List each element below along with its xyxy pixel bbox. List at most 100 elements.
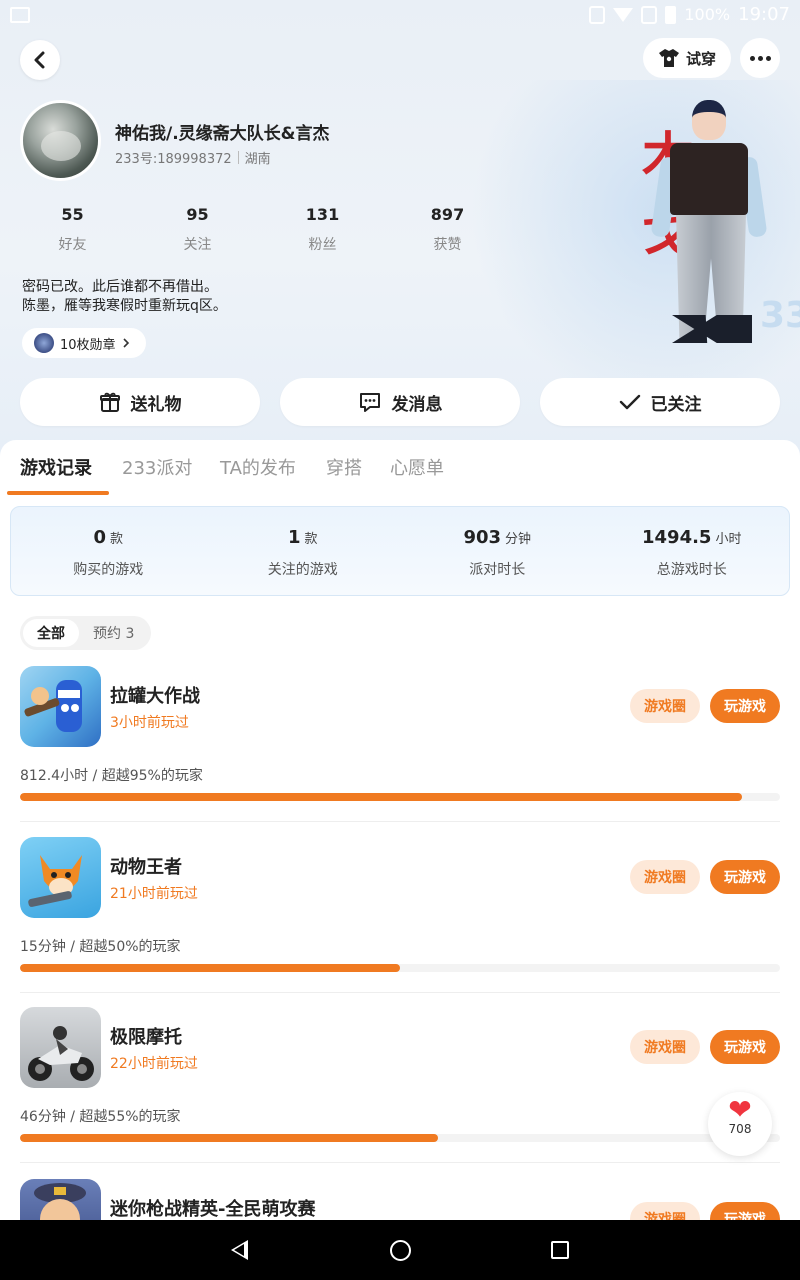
followed-label: 已关注 bbox=[650, 394, 702, 415]
game-item[interactable]: 动物王者 21小时前玩过 游戏圈 玩游戏 15分钟 / 超越50%的玩家 bbox=[0, 837, 800, 1007]
tab-party[interactable]: 233派对 bbox=[122, 454, 192, 480]
wifi-icon bbox=[613, 7, 634, 22]
game-name: 拉罐大作战 bbox=[110, 686, 200, 707]
user-id-line: 233号:189998372 湖南 bbox=[115, 148, 271, 167]
try-on-button[interactable]: 试穿 bbox=[643, 38, 731, 78]
filter-all[interactable]: 全部 bbox=[23, 619, 79, 647]
play-game-button[interactable]: 玩游戏 bbox=[710, 860, 780, 894]
chevron-right-icon bbox=[122, 338, 129, 348]
avatar-character[interactable]: 木戈 33 bbox=[610, 95, 800, 365]
nav-back-icon[interactable] bbox=[231, 1240, 248, 1260]
stat-label: 获赞 bbox=[433, 237, 462, 253]
game-summary: 0 款购买的游戏 1 款关注的游戏 903 分钟 派对时长 1494.5 小时 总游戏时长 bbox=[10, 506, 790, 596]
medals-button[interactable]: 10枚勋章 bbox=[22, 328, 146, 358]
send-message-button[interactable]: 发消息 bbox=[280, 378, 520, 426]
play-game-button[interactable]: 玩游戏 bbox=[710, 689, 780, 723]
try-on-label: 试穿 bbox=[685, 49, 716, 68]
nav-recents-icon[interactable] bbox=[551, 1241, 569, 1259]
game-progress-fill bbox=[20, 964, 400, 972]
bio-line: 密码已改。此后谁都不再借出。 bbox=[22, 279, 218, 295]
more-options-button[interactable] bbox=[740, 38, 780, 78]
game-progress-bar bbox=[20, 793, 780, 801]
battery-icon bbox=[665, 5, 677, 24]
active-tab-indicator bbox=[7, 491, 109, 495]
game-circle-button[interactable]: 游戏圈 bbox=[630, 1202, 700, 1220]
divider bbox=[20, 821, 780, 822]
profile-stats: 55 好友 95 关注 131 粉丝 897 获赞 bbox=[20, 205, 520, 254]
tab-wishlist[interactable]: 心愿单 bbox=[390, 454, 444, 480]
vibrate-icon bbox=[589, 5, 606, 24]
game-progress-bar bbox=[20, 964, 780, 972]
back-button[interactable] bbox=[20, 40, 60, 80]
send-gift-button[interactable]: 送礼物 bbox=[20, 378, 260, 426]
game-last-played: 22小时前玩过 bbox=[110, 1056, 198, 1072]
tab-bar: 游戏记录 233派对 TA的发布 穿搭 心愿单 bbox=[0, 454, 800, 494]
stat-label: 好友 bbox=[58, 237, 87, 253]
game-play-stat: 812.4小时 / 超越95%的玩家 bbox=[20, 768, 203, 784]
summary-value: 1494.5 bbox=[642, 527, 712, 548]
like-button[interactable]: ❤ 708 bbox=[708, 1092, 772, 1156]
medal-icon bbox=[34, 333, 54, 353]
system-nav-bar bbox=[0, 1220, 800, 1280]
stat-likes[interactable]: 897 获赞 bbox=[395, 205, 520, 254]
send-message-label: 发消息 bbox=[391, 394, 443, 415]
game-item[interactable]: 拉罐大作战 3小时前玩过 游戏圈 玩游戏 812.4小时 / 超越95%的玩家 bbox=[0, 666, 800, 836]
summary-value: 0 bbox=[93, 527, 106, 548]
user-id: 233号:189998372 bbox=[115, 152, 232, 167]
summary-label: 派对时长 bbox=[469, 562, 526, 578]
summary-value: 1 bbox=[287, 527, 301, 548]
summary-unit: 款 bbox=[304, 532, 318, 547]
game-circle-button[interactable]: 游戏圈 bbox=[630, 860, 700, 894]
bio: 密码已改。此后谁都不再借出。 陈墨，雁等我寒假时重新玩q区。 bbox=[22, 278, 227, 316]
status-bar: 100% 19:07 bbox=[0, 0, 800, 32]
stat-label: 关注 bbox=[183, 237, 212, 253]
tab-outfits[interactable]: 穿搭 bbox=[326, 454, 362, 480]
game-progress-bar bbox=[20, 1134, 780, 1142]
nav-home-icon[interactable] bbox=[390, 1240, 411, 1261]
followed-button[interactable]: 已关注 bbox=[540, 378, 780, 426]
send-gift-label: 送礼物 bbox=[130, 394, 182, 415]
game-circle-button[interactable]: 游戏圈 bbox=[630, 1030, 700, 1064]
summary-label: 购买的游戏 bbox=[73, 562, 144, 578]
summary-total-time: 1494.5 小时 总游戏时长 bbox=[595, 507, 790, 595]
game-icon-extreme-moto[interactable] bbox=[20, 1007, 101, 1088]
stat-label: 粉丝 bbox=[308, 237, 337, 253]
medals-label: 10枚勋章 bbox=[60, 337, 116, 353]
summary-label: 关注的游戏 bbox=[267, 562, 338, 578]
summary-value: 903 bbox=[463, 527, 502, 548]
divider bbox=[20, 992, 780, 993]
sim-icon bbox=[641, 5, 658, 24]
summary-party-time: 903 分钟派对时长 bbox=[400, 507, 595, 595]
avatar[interactable] bbox=[20, 100, 101, 181]
summary-unit: 分钟 bbox=[505, 532, 532, 547]
play-game-button[interactable]: 玩游戏 bbox=[710, 1030, 780, 1064]
gift-icon bbox=[99, 392, 120, 412]
game-circle-button[interactable]: 游戏圈 bbox=[630, 689, 700, 723]
game-last-played: 3小时前玩过 bbox=[110, 715, 189, 731]
play-game-button[interactable]: 玩游戏 bbox=[710, 1202, 780, 1220]
game-name: 动物王者 bbox=[110, 857, 182, 878]
game-play-stat: 15分钟 / 超越50%的玩家 bbox=[20, 939, 181, 955]
game-item[interactable]: 迷你枪战精英-全民萌攻赛 游戏圈 玩游戏 bbox=[0, 1179, 800, 1220]
tab-game-records[interactable]: 游戏记录 bbox=[20, 454, 92, 480]
game-name: 极限摩托 bbox=[110, 1027, 182, 1048]
battery-level: 100% bbox=[684, 5, 731, 24]
stat-value: 897 bbox=[430, 205, 465, 224]
character-badge-icon: 33 bbox=[760, 295, 800, 336]
user-location: 湖南 bbox=[244, 152, 271, 167]
stat-value: 95 bbox=[186, 205, 209, 224]
game-icon-animal-king[interactable] bbox=[20, 837, 101, 918]
tab-posts[interactable]: TA的发布 bbox=[220, 454, 296, 480]
summary-purchased: 0 款购买的游戏 bbox=[11, 507, 206, 595]
game-filter: 全部 预约 3 bbox=[20, 616, 152, 650]
stat-value: 131 bbox=[305, 205, 340, 224]
game-name: 迷你枪战精英-全民萌攻赛 bbox=[110, 1199, 316, 1220]
game-icon-mini-gun-elite[interactable] bbox=[20, 1179, 101, 1220]
game-item[interactable]: 极限摩托 22小时前玩过 游戏圈 玩游戏 46分钟 / 超越55%的玩家 bbox=[0, 1007, 800, 1177]
filter-reserved[interactable]: 预约 3 bbox=[79, 619, 148, 647]
tshirt-icon bbox=[658, 49, 679, 67]
game-icon-can-battle[interactable] bbox=[20, 666, 101, 747]
message-icon bbox=[359, 393, 380, 412]
game-progress-fill bbox=[20, 1134, 438, 1142]
summary-unit: 款 bbox=[110, 532, 124, 547]
